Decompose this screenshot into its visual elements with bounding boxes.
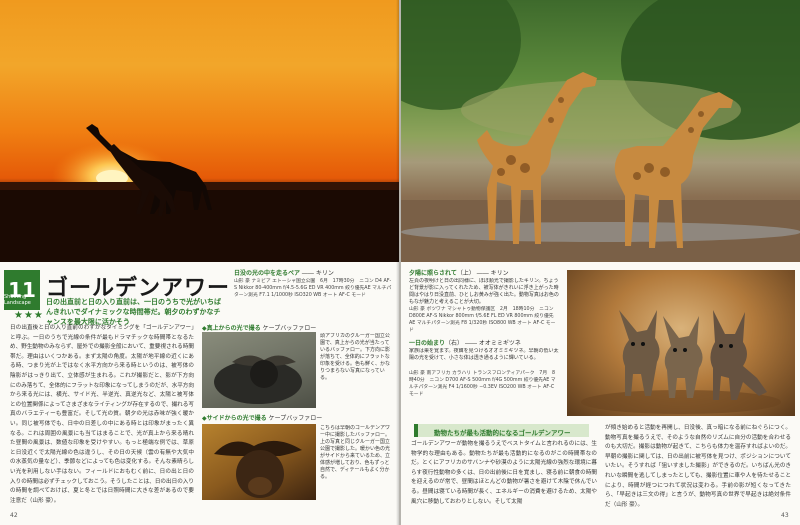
caption-title-overhead: ◆真上からの光で撮る ケープバッファロー: [202, 325, 317, 332]
body-text-right-1: ゴールデンアワーが動物を撮るうえでベストタイムと言われるのには、生物学的な理由も…: [411, 441, 597, 505]
caption-text-giraffe: 左頁の夜明けと日の出同様に、ほぼ順光で撮影したキリン。ちょうど背景が影に入ってく…: [409, 278, 559, 305]
sunset-giraffe-photo: [0, 0, 399, 262]
bat-eared-fox-photo: [567, 270, 795, 416]
caption-text-fox: 家族は巣を覚ます。夜餌を見つけるオオミミギツネ。早朝の低い太陽の光を受けて、小さ…: [409, 348, 559, 361]
caption-title-giraffe: 夕陽に照らされて（上） ―― キリン: [409, 270, 509, 277]
giraffes-photo: [401, 0, 800, 262]
caption-title-fox: 一日の始まり（右） ―― オオミミギツネ: [409, 340, 521, 347]
section-heading: 動物たちが最も活動的になるゴールデンアワー: [414, 424, 589, 437]
caption-data-giraffe: 山形 豪 ボツワナ マシャトゥ動物保護区 2月 18時10分 ニコン D800E…: [409, 307, 556, 333]
caption-text-overhead: 頭アフリカのクルーガー国立公園で、真上からの光が当たっているバッファロー。下方向…: [320, 333, 391, 381]
magazine-spread: 11 Shooting Landscape ゴールデンアワー 日の出直前と日の入…: [0, 0, 800, 525]
caption-data-sunset: 山形 豪 ナミビア エトーシャ国立公園 6月 17時30分 ニコン D4 AF-…: [234, 279, 392, 298]
page-number-left: 42: [10, 512, 18, 519]
left-page: 11 Shooting Landscape ゴールデンアワー 日の出直前と日の入…: [0, 0, 399, 525]
buffalo-overhead-photo: [202, 332, 316, 408]
article-lead: 日の出直前と日の入り直前は、一日のうちで光がいちばんきれいでダイナミックな時間帯…: [46, 298, 221, 326]
caption-text-side: こちらは早朝のゴールデンアワー中に撮影したバッファロー。上の写真と同じクルーガー…: [320, 425, 391, 480]
caption-data-fox: 山形 豪 南アフリカ カラハリ トランスフロンティアパーク 7月 8時40分 ニ…: [409, 371, 556, 397]
right-page: 夕陽に照らされて（上） ―― キリン 左頁の夜明けと日の出同様に、ほぼ順光で撮影…: [401, 0, 800, 525]
page-number-right: 43: [781, 512, 789, 519]
caption-title-side: ◆サイドからの光で撮る ケープバッファロー: [202, 415, 323, 422]
badge-subtitle: Shooting Landscape: [4, 294, 31, 306]
caption-title-sunset: 日没の光の中を走るペア ―― キリン: [234, 270, 334, 277]
rating-stars: ★★★: [14, 310, 44, 321]
buffalo-side-photo: [202, 424, 316, 500]
body-text-1: 日の出直後と日の入り直前のわずかなタイミングを「ゴールデンアワー」と呼ぶ。一日の…: [10, 325, 194, 504]
body-text-right-2: が傾き始めると活動を再開し、日没後、真っ暗になる前にねぐらにつく。動物写真を撮る…: [605, 425, 791, 508]
